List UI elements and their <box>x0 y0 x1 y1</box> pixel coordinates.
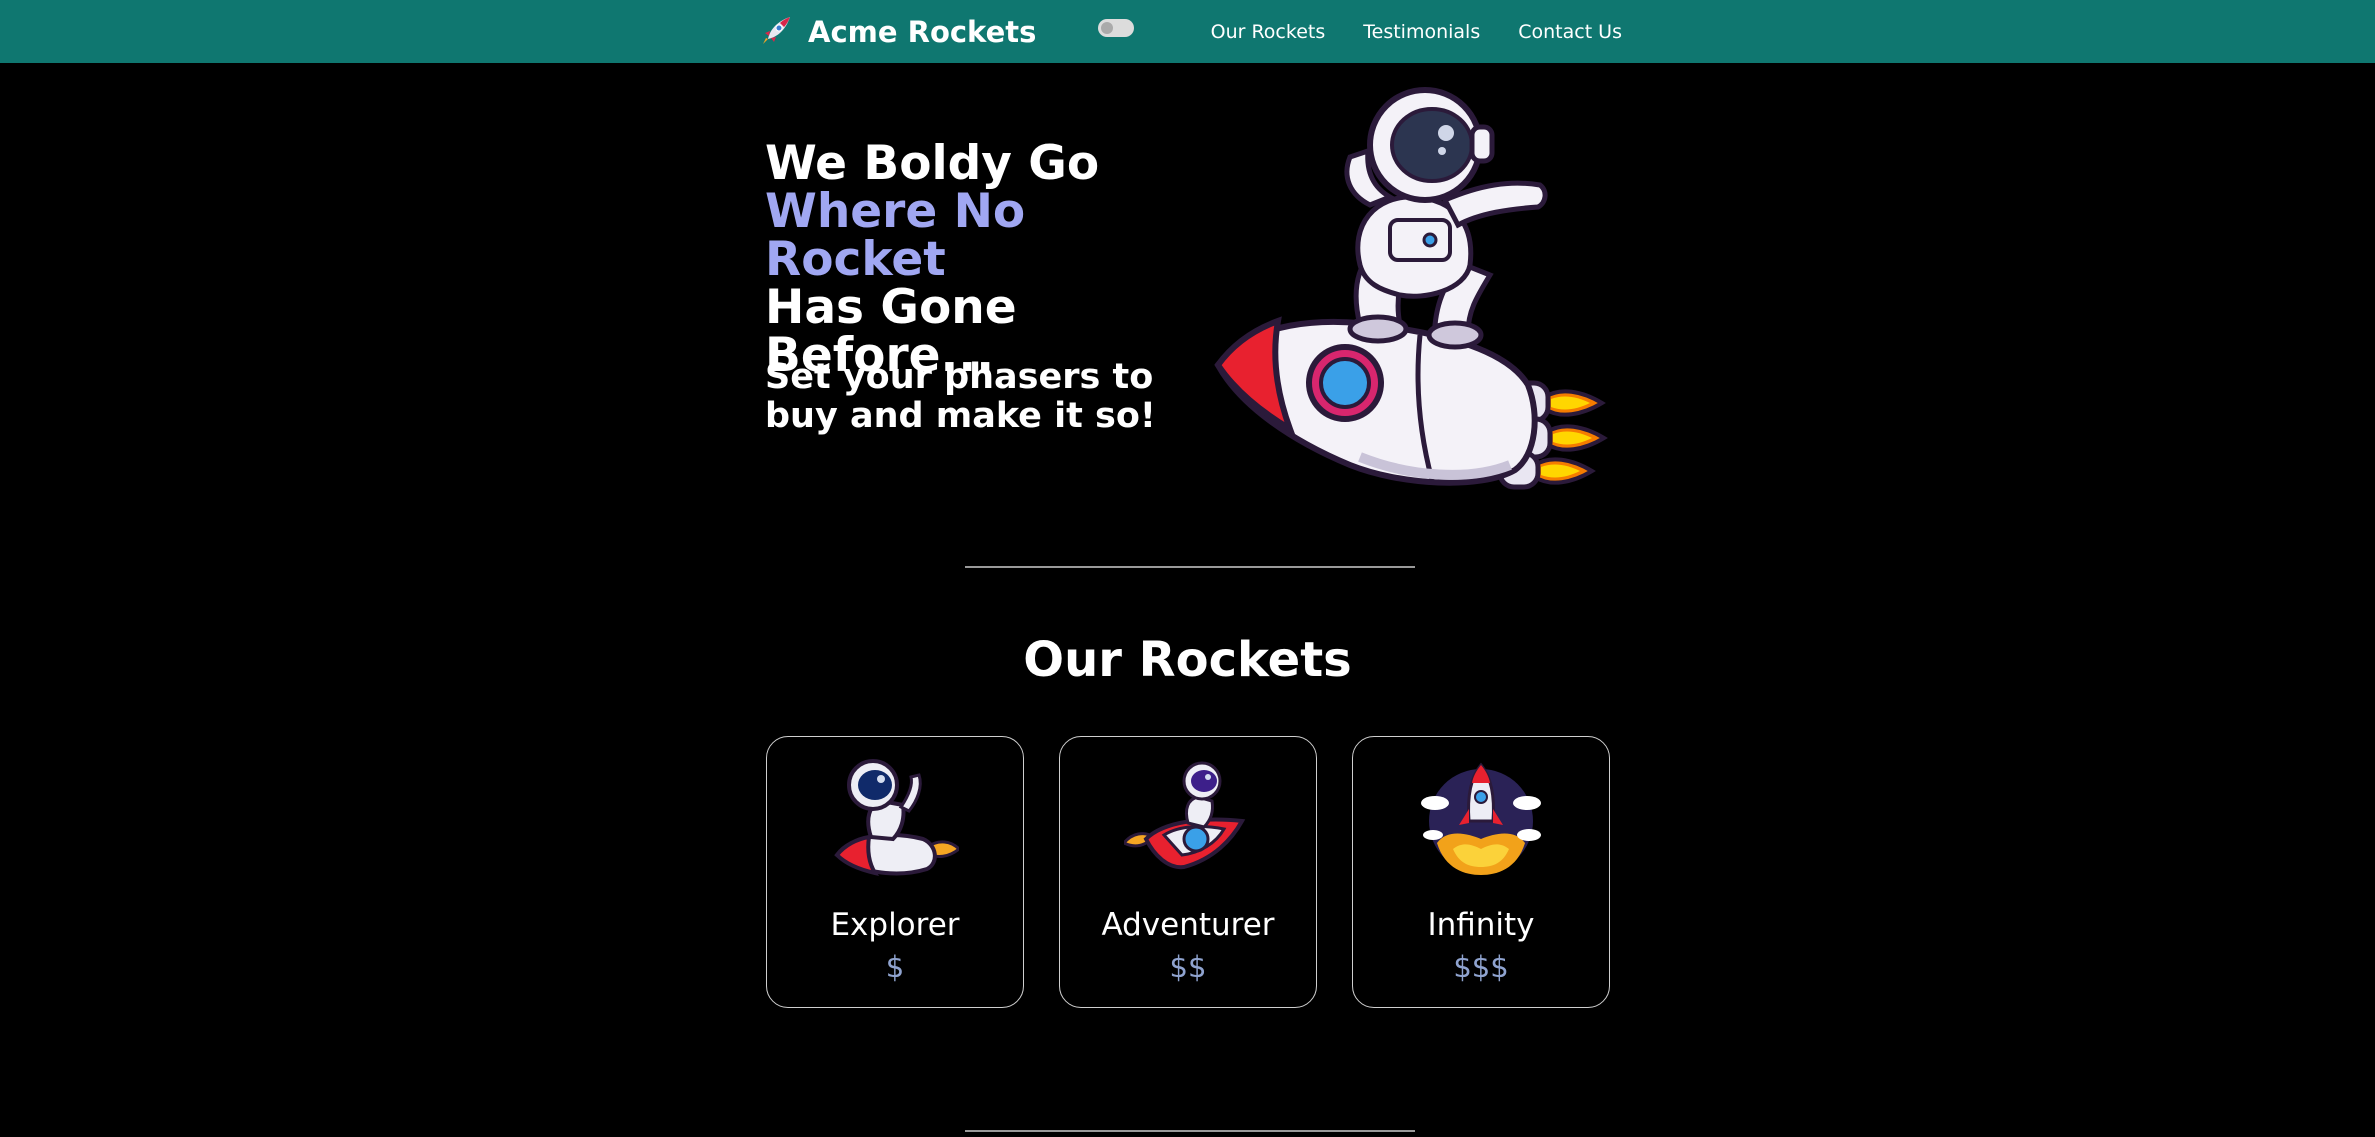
nav-links: Our Rockets Testimonials Contact Us <box>1211 0 1622 63</box>
brand-link[interactable]: Acme Rockets <box>760 0 1036 63</box>
rocket-icon <box>760 13 794 51</box>
brand-name: Acme Rockets <box>808 14 1037 49</box>
adventurer-rocket-icon <box>1121 759 1252 881</box>
section-title-our-rockets: Our Rockets <box>1023 632 1352 688</box>
explorer-rocket-icon <box>831 759 962 881</box>
hero-heading: We Boldy Go Where No Rocket Has Gone Bef… <box>765 140 1195 380</box>
hero-line-1: We Boldy Go <box>765 136 1100 191</box>
section-divider <box>965 1130 1415 1132</box>
rocket-card-infinity[interactable]: Infinity $$$ <box>1352 736 1610 1008</box>
toggle-knob <box>1101 22 1113 34</box>
hero-line-3: Has Gone <box>765 280 1017 335</box>
nav-link-contact-us[interactable]: Contact Us <box>1518 21 1622 43</box>
rocket-price: $$$ <box>1453 950 1509 984</box>
hero-subtitle: Set your phasers to buy and make it so! <box>765 357 1156 436</box>
nav-link-our-rockets[interactable]: Our Rockets <box>1211 21 1326 43</box>
rocket-price: $$ <box>1169 950 1207 984</box>
rocket-name: Adventurer <box>1101 907 1275 943</box>
nav-link-testimonials[interactable]: Testimonials <box>1363 21 1480 43</box>
astronaut-rocket-illustration <box>1210 85 1610 504</box>
hero-line-2-accent: Where No Rocket <box>765 184 1026 287</box>
rocket-name: Explorer <box>830 907 960 943</box>
rocket-card-adventurer[interactable]: Adventurer $$ <box>1059 736 1317 1008</box>
section-divider <box>965 566 1415 568</box>
rocket-card-explorer[interactable]: Explorer $ <box>766 736 1024 1008</box>
rocket-price: $ <box>885 950 905 984</box>
navbar: Acme Rockets Our Rockets Testimonials Co… <box>0 0 2375 63</box>
theme-toggle[interactable] <box>1098 19 1134 37</box>
infinity-rocket-icon <box>1417 759 1545 881</box>
rocket-name: Infinity <box>1427 907 1535 943</box>
